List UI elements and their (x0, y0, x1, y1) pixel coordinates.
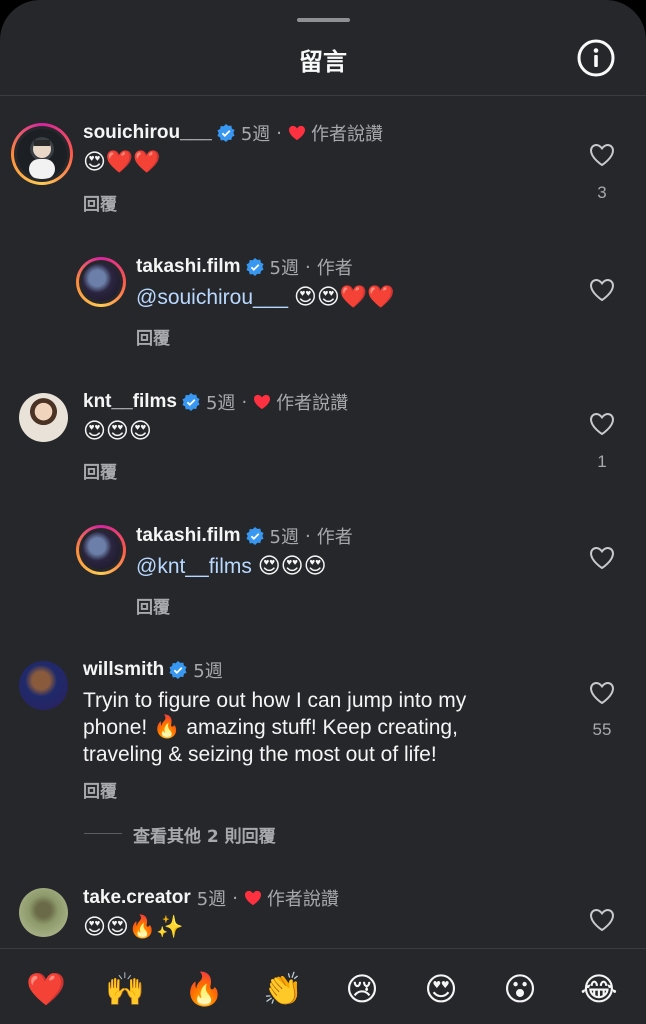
avatar[interactable] (76, 525, 126, 575)
avatar[interactable] (19, 393, 68, 442)
username[interactable]: take.creator (83, 887, 191, 909)
comment-time: 5週 (196, 889, 227, 910)
comment-text: @souichirou___ 😍😍❤️❤️ (136, 285, 395, 310)
reply-button[interactable]: 回覆 (83, 777, 117, 802)
username[interactable]: souichirou___ (83, 122, 212, 144)
quick-reaction-bar: ❤️ 🙌 🔥 👏 😢 😍 😮 😂 (0, 948, 646, 1024)
reply-button[interactable]: 回覆 (83, 458, 117, 483)
comment-time: 5週 (240, 124, 271, 145)
verified-badge-icon (169, 661, 187, 679)
reply-button[interactable]: 回覆 (136, 593, 170, 618)
comment-text: 😍❤️❤️ (83, 150, 161, 175)
avatar[interactable] (76, 257, 126, 307)
avatar[interactable] (19, 661, 68, 710)
sheet-grabber[interactable] (297, 18, 350, 22)
comment-text: 😍😍🔥✨ (83, 915, 184, 940)
reply-button[interactable]: 回覆 (83, 190, 117, 215)
comment-time: 5週 (193, 661, 223, 682)
like-heart-icon[interactable] (589, 546, 615, 570)
like-heart-icon[interactable] (589, 681, 615, 705)
author-label: 作者 (316, 527, 353, 548)
mention-link[interactable]: @souichirou___ (136, 286, 288, 309)
like-count: 55 (592, 720, 612, 739)
verified-badge-icon (182, 393, 200, 411)
username[interactable]: takashi.film (136, 525, 241, 547)
author-liked-heart-icon (254, 394, 271, 410)
reaction-fire[interactable]: 🔥 (182, 967, 226, 1011)
avatar[interactable] (11, 123, 73, 185)
comment-text: Tryin to figure out how I can jump into … (83, 689, 467, 766)
view-more-replies-button[interactable]: 查看其他 2 則回覆 (133, 822, 276, 847)
reaction-heart[interactable]: ❤️ (24, 967, 68, 1011)
like-heart-icon[interactable] (589, 908, 615, 932)
avatar[interactable] (19, 888, 68, 937)
like-heart-icon[interactable] (589, 278, 615, 302)
reply-button[interactable]: 回覆 (136, 324, 170, 349)
like-heart-icon[interactable] (589, 143, 615, 167)
mention-link[interactable]: @knt__films (136, 555, 252, 578)
comment-meta: takashi.film 5週 · 作者 (136, 256, 353, 279)
like-count: 1 (597, 452, 607, 471)
more-replies-divider (84, 833, 122, 834)
page-title: 留言 (299, 48, 347, 76)
author-liked-heart-icon (244, 890, 261, 906)
author-liked-label: 作者說讚 (311, 124, 384, 145)
comment-meta: souichirou___ 5週 · 作者說讚 (83, 122, 384, 145)
username[interactable]: takashi.film (136, 256, 241, 278)
verified-badge-icon (245, 527, 264, 545)
comment-text: @knt__films 😍😍😍 (136, 554, 327, 579)
verified-badge-icon (245, 258, 264, 276)
comment-text: 😍😍😍 (83, 419, 152, 444)
reaction-laughing[interactable]: 😂 (577, 967, 621, 1011)
reaction-crying[interactable]: 😢 (340, 967, 384, 1011)
header-divider (0, 95, 646, 96)
reaction-surprised[interactable]: 😮 (498, 967, 542, 1011)
reaction-raised-hands[interactable]: 🙌 (103, 967, 147, 1011)
like-heart-icon[interactable] (589, 412, 615, 436)
comments-sheet: 留言 souichirou___ 5週 · 作者說讚 😍❤️❤️ 回覆 3 ta… (0, 0, 646, 1024)
comment-meta: willsmith 5週 (83, 657, 223, 683)
author-liked-heart-icon (289, 125, 306, 141)
verified-badge-icon (217, 124, 235, 142)
reaction-clap[interactable]: 👏 (261, 967, 305, 1011)
username[interactable]: knt__films (83, 391, 177, 413)
info-circle-icon[interactable] (576, 38, 616, 78)
comment-meta: takashi.film 5週 · 作者 (136, 525, 353, 548)
comment-time: 5週 (269, 527, 299, 548)
comment-time: 5週 (269, 258, 299, 279)
comment-meta: knt__films 5週 · 作者說讚 (83, 391, 349, 414)
author-liked-label: 作者說讚 (266, 889, 339, 910)
comment-meta: take.creator 5週 · 作者說讚 (83, 887, 339, 910)
comment-time: 5週 (205, 393, 236, 414)
username[interactable]: willsmith (83, 659, 164, 681)
author-liked-label: 作者說讚 (276, 393, 349, 414)
like-count: 3 (597, 183, 607, 202)
author-label: 作者 (316, 258, 353, 279)
reaction-heart-eyes[interactable]: 😍 (419, 967, 463, 1011)
